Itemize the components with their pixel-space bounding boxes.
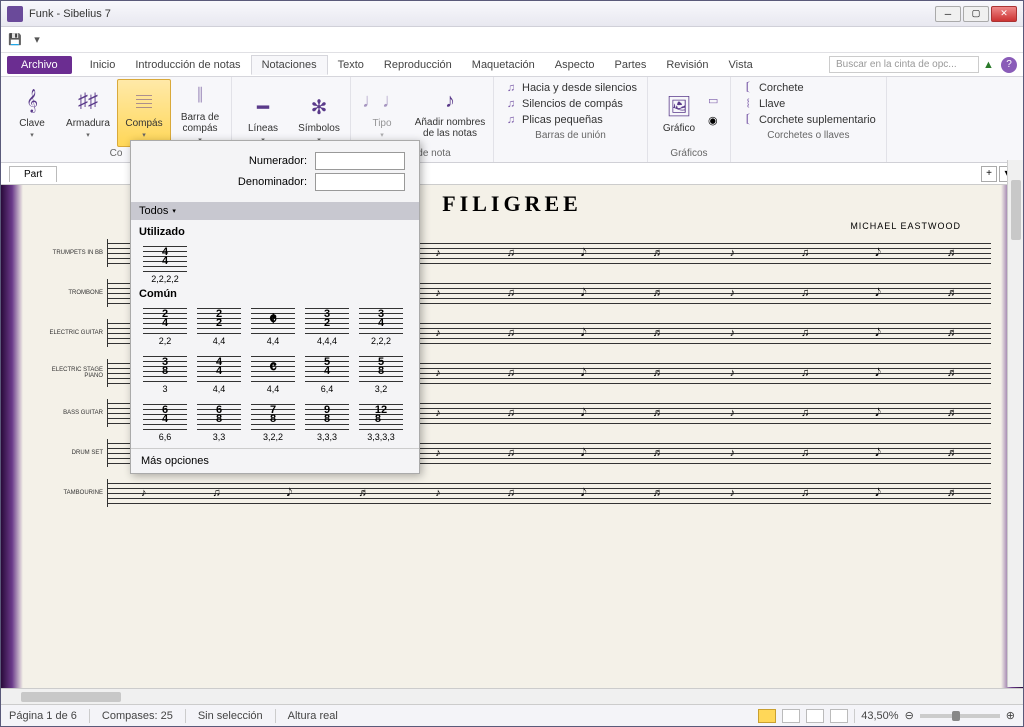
timesig-option[interactable]: 646,6: [139, 398, 191, 444]
lines-icon: ━: [247, 93, 279, 121]
view-mode-2[interactable]: [782, 709, 800, 723]
zoom-out-button[interactable]: ⊖: [905, 709, 914, 722]
compas-button[interactable]: 𝄙Compás▾: [117, 79, 171, 147]
tab-inicio[interactable]: Inicio: [80, 56, 126, 74]
corchete-sup[interactable]: 𝄕Corchete suplementario: [741, 113, 876, 127]
tab-texto[interactable]: Texto: [328, 56, 374, 74]
help-icon[interactable]: ?: [1001, 57, 1017, 73]
grafico-button[interactable]: 🖼Gráfico: [652, 79, 706, 147]
frame-icon[interactable]: ▭: [708, 94, 726, 112]
tab-partes[interactable]: Partes: [605, 56, 657, 74]
corchete[interactable]: 𝄕Corchete: [741, 81, 876, 95]
timesig-option[interactable]: 983,3,3: [301, 398, 353, 444]
collapse-ribbon-icon[interactable]: ▲: [983, 59, 995, 71]
timesig-option[interactable]: 783,2,2: [247, 398, 299, 444]
zoom-value[interactable]: 43,50%: [861, 710, 898, 722]
todos-header[interactable]: Todos▾: [131, 202, 419, 220]
timesig-option[interactable]: 583,2: [355, 350, 407, 396]
timesig-option[interactable]: 𝄵4,4: [247, 302, 299, 348]
clef-icon: 𝄞: [16, 88, 48, 116]
close-button[interactable]: ✕: [991, 6, 1017, 22]
color-icon[interactable]: ◉: [708, 114, 726, 132]
timesig-option[interactable]: 324,4,4: [301, 302, 353, 348]
tab-notaciones[interactable]: Notaciones: [251, 55, 328, 75]
mas-opciones[interactable]: Más opciones: [131, 448, 419, 473]
beam-icon: ♫: [504, 81, 518, 95]
vertical-scrollbar[interactable]: [1007, 160, 1023, 687]
ribbon-search[interactable]: Buscar en la cinta de opc...: [829, 56, 979, 73]
beam-icon: ♫: [504, 97, 518, 111]
notehead-icon: ♩♩: [366, 88, 398, 116]
denominator-input[interactable]: [315, 173, 405, 191]
app-icon: [7, 6, 23, 22]
timesig-icon: 𝄙: [128, 88, 160, 116]
timesig-popup: Numerador: Denominador: Todos▾ Utilizado…: [130, 140, 420, 474]
tab-reproduccion[interactable]: Reproducción: [374, 56, 462, 74]
comun-label: Común: [139, 288, 411, 300]
symbols-icon: ✻: [303, 93, 335, 121]
zoom-in-button[interactable]: ⊕: [1006, 709, 1015, 722]
timesig-option[interactable]: 1283,3,3,3: [355, 398, 407, 444]
zoom-slider[interactable]: [920, 714, 1000, 718]
concert-status: Altura real: [288, 710, 338, 722]
minimize-button[interactable]: ─: [935, 6, 961, 22]
save-icon[interactable]: 💾: [7, 32, 23, 48]
maximize-button[interactable]: ▢: [963, 6, 989, 22]
barline-icon: 𝄁: [184, 82, 216, 110]
llave[interactable]: 𝄔Llave: [741, 97, 876, 111]
file-tab[interactable]: Archivo: [7, 56, 72, 74]
ribbon-tabs: Archivo Inicio Introducción de notas Not…: [1, 53, 1023, 77]
keysig-icon: ♯♯: [72, 88, 104, 116]
anadir-button[interactable]: ♪Añadir nombres de las notas: [411, 79, 489, 147]
bracket-icon: 𝄕: [741, 113, 755, 127]
tab-introduccion[interactable]: Introducción de notas: [125, 56, 250, 74]
silencios-compas[interactable]: ♫Silencios de compás: [504, 97, 637, 111]
timesig-option[interactable]: 383: [139, 350, 191, 396]
window-title: Funk - Sibelius 7: [29, 8, 935, 20]
timesig-option[interactable]: 683,3: [193, 398, 245, 444]
quick-access-toolbar: 💾 ▾: [1, 27, 1023, 53]
brace-icon: 𝄔: [741, 97, 755, 111]
tab-revision[interactable]: Revisión: [656, 56, 718, 74]
numerator-label: Numerador:: [249, 155, 307, 167]
armadura-button[interactable]: ♯♯Armadura▾: [61, 79, 115, 147]
timesig-option[interactable]: 224,4: [193, 302, 245, 348]
view-mode-1[interactable]: [758, 709, 776, 723]
tab-maquetacion[interactable]: Maquetación: [462, 56, 545, 74]
picture-icon: 🖼: [663, 93, 695, 121]
beam-icon: ♫: [504, 113, 518, 127]
tab-aspecto[interactable]: Aspecto: [545, 56, 605, 74]
titlebar: Funk - Sibelius 7 ─ ▢ ✕: [1, 1, 1023, 27]
timesig-option[interactable]: 546,4: [301, 350, 353, 396]
timesig-option[interactable]: 442,2,2,2: [139, 240, 191, 286]
timesig-option[interactable]: 242,2: [139, 302, 191, 348]
bracket-icon: 𝄕: [741, 81, 755, 95]
new-tab-button[interactable]: +: [981, 166, 997, 182]
view-mode-3[interactable]: [806, 709, 824, 723]
timesig-option[interactable]: 𝄴4,4: [247, 350, 299, 396]
horizontal-scrollbar[interactable]: [1, 688, 1023, 704]
plicas-pequenas[interactable]: ♫Plicas pequeñas: [504, 113, 637, 127]
qat-dropdown-icon[interactable]: ▾: [29, 32, 45, 48]
tipo-button[interactable]: ♩♩Tipo▾: [355, 79, 409, 147]
numerator-input[interactable]: [315, 152, 405, 170]
bars-status: Compases: 25: [102, 710, 173, 722]
statusbar: Página 1 de 6 Compases: 25 Sin selección…: [1, 704, 1023, 726]
hacia-silencios[interactable]: ♫Hacia y desde silencios: [504, 81, 637, 95]
timesig-option[interactable]: 444,4: [193, 350, 245, 396]
timesig-option[interactable]: 342,2,2: [355, 302, 407, 348]
document-tab[interactable]: Part: [9, 166, 57, 182]
notename-icon: ♪: [434, 87, 466, 115]
utilizado-label: Utilizado: [139, 226, 411, 238]
staff[interactable]: Tambourine♪♫𝅘𝅥𝅮♬♪♫𝅘𝅥𝅮♬♪♫𝅘𝅥𝅮♬: [33, 475, 991, 511]
view-mode-4[interactable]: [830, 709, 848, 723]
clave-button[interactable]: 𝄞Clave▾: [5, 79, 59, 147]
selection-status: Sin selección: [198, 710, 263, 722]
barra-button[interactable]: 𝄁Barra de compás▾: [173, 79, 227, 147]
tab-vista[interactable]: Vista: [719, 56, 763, 74]
denominator-label: Denominador:: [238, 176, 307, 188]
page-status: Página 1 de 6: [9, 710, 77, 722]
